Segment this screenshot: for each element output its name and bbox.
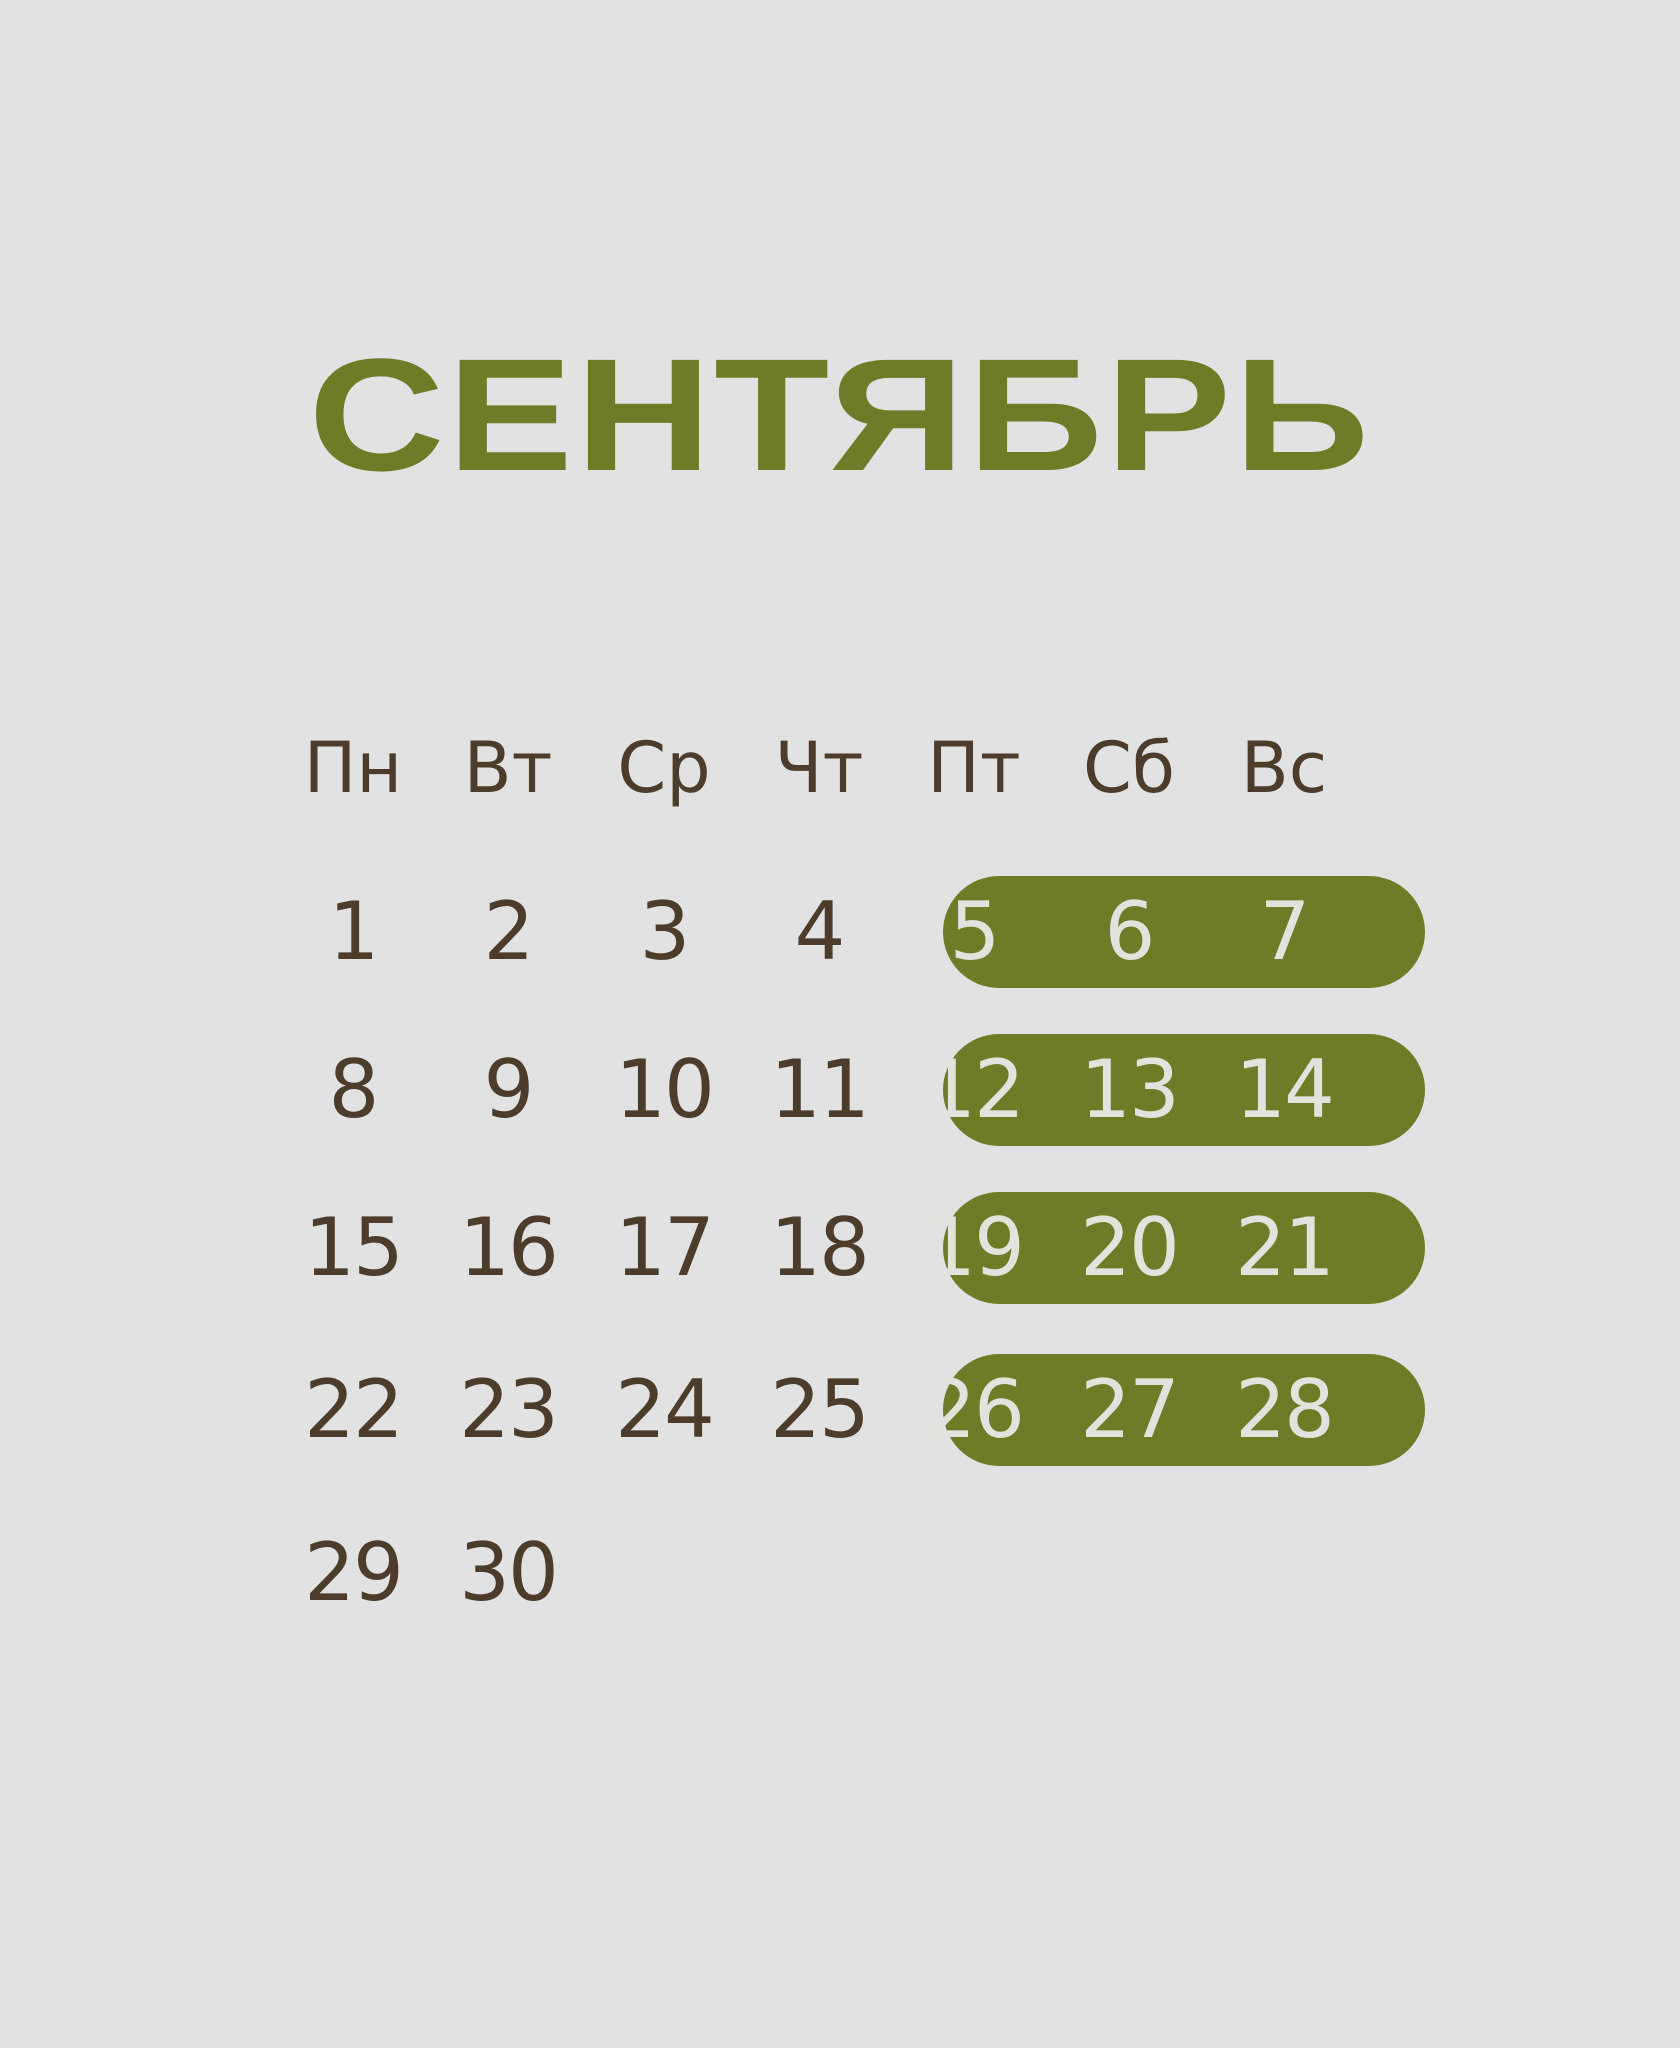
day-cell[interactable]: 29 [278,1523,428,1623]
day-cell[interactable]: 18 [744,1198,894,1298]
day-cell[interactable]: 30 [433,1523,583,1623]
day-cell[interactable]: 9 [433,1040,583,1140]
day-cell[interactable]: 21 [1209,1198,1359,1298]
day-cell[interactable]: 8 [278,1040,428,1140]
calendar-grid: Пн Вт Ср Чт Пт Сб Вс 1 2 3 4 5 6 7 8 9 10 11 12 13 14 15 16 17 1… [0,0,1680,2048]
day-cell[interactable]: 16 [433,1198,583,1298]
day-cell[interactable]: 17 [589,1198,739,1298]
day-cell[interactable]: 14 [1209,1040,1359,1140]
weekday-header: Сб [1082,727,1176,809]
day-cell[interactable]: 6 [1054,882,1204,982]
day-cell[interactable]: 11 [744,1040,894,1140]
day-cell[interactable]: 19 [899,1198,1049,1298]
day-cell[interactable]: 27 [1054,1360,1204,1460]
day-cell[interactable]: 24 [589,1360,739,1460]
weekday-header: Пн [303,727,403,809]
day-cell[interactable]: 4 [744,882,894,982]
day-cell[interactable]: 13 [1054,1040,1204,1140]
day-cell[interactable]: 10 [589,1040,739,1140]
day-cell[interactable]: 23 [433,1360,583,1460]
day-cell[interactable]: 28 [1209,1360,1359,1460]
day-cell[interactable]: 5 [899,882,1049,982]
day-cell[interactable]: 22 [278,1360,428,1460]
day-cell[interactable]: 1 [278,882,428,982]
day-cell[interactable]: 20 [1054,1198,1204,1298]
weekday-header: Пт [927,727,1021,809]
day-cell[interactable]: 25 [744,1360,894,1460]
day-cell[interactable]: 15 [278,1198,428,1298]
day-cell[interactable]: 7 [1209,882,1359,982]
day-cell[interactable]: 12 [899,1040,1049,1140]
weekday-header: Чт [774,727,864,809]
day-cell[interactable]: 2 [433,882,583,982]
day-cell[interactable]: 26 [899,1360,1049,1460]
weekday-header: Ср [617,727,711,809]
weekday-header: Вс [1240,727,1328,809]
day-cell[interactable]: 3 [589,882,739,982]
weekday-header: Вт [463,727,553,809]
